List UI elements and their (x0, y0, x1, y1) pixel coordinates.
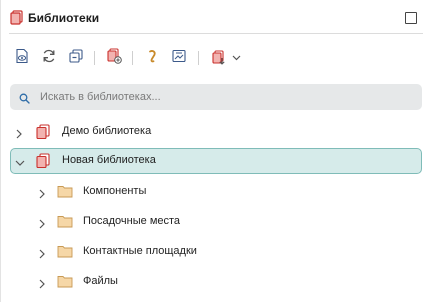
tree-item-label: Компоненты (83, 185, 147, 197)
header-divider (9, 33, 423, 34)
libraries-panel: Библиотеки Искать в библиотеках... Демо … (0, 0, 430, 302)
panel-header: Библиотеки (1, 4, 430, 32)
toolbar (1, 44, 430, 72)
maximize-icon[interactable] (405, 12, 417, 24)
chevron-down-icon[interactable] (15, 155, 25, 166)
tree-item-files[interactable]: Файлы (10, 269, 422, 295)
refresh-icon (41, 48, 57, 69)
image-frame-icon (171, 48, 187, 69)
tree-item-label: Демо библиотека (62, 125, 152, 137)
view-library-button[interactable] (10, 44, 34, 72)
refresh-button[interactable] (37, 44, 61, 72)
tree-item-pads[interactable]: Контактные площадки (10, 239, 422, 265)
tree-item-footprints[interactable]: Посадочные места (10, 209, 422, 235)
panel-title: Библиотеки (28, 11, 100, 25)
chevron-right-icon[interactable] (37, 216, 47, 229)
folder-icon (57, 214, 73, 233)
add-library-button[interactable] (102, 44, 126, 72)
add-library-icon (106, 47, 122, 69)
collapse-icon (68, 48, 84, 69)
search-input[interactable] (40, 87, 410, 107)
chevron-down-icon (232, 55, 241, 61)
search-icon (19, 91, 30, 109)
tree-item-label: Посадочные места (83, 215, 181, 227)
toolbar-separator (94, 51, 95, 65)
folder-icon (57, 184, 73, 203)
toolbar-separator (198, 51, 199, 65)
image-button[interactable] (167, 44, 191, 72)
link-icon (144, 48, 160, 69)
collapse-all-button[interactable] (64, 44, 88, 72)
tree-item-components[interactable]: Компоненты (10, 179, 422, 205)
chevron-right-icon[interactable] (37, 276, 47, 289)
library-icon (10, 10, 24, 31)
tree-item-label: Новая библиотека (62, 154, 156, 166)
export-button[interactable] (206, 44, 246, 72)
link-button[interactable] (140, 44, 164, 72)
tree-item-label: Файлы (83, 275, 118, 287)
document-eye-icon (14, 48, 30, 69)
library-icon (35, 153, 51, 174)
chevron-right-icon[interactable] (37, 186, 47, 199)
folder-icon (57, 244, 73, 263)
library-icon (35, 124, 51, 145)
tree-item-new-library[interactable]: Новая библиотека (10, 148, 422, 174)
search-box (10, 84, 422, 110)
tree-item-label: Контактные площадки (83, 245, 197, 257)
chevron-right-icon[interactable] (37, 246, 47, 259)
chevron-right-icon[interactable] (14, 126, 24, 139)
folder-icon (57, 274, 73, 293)
toolbar-separator (132, 51, 133, 65)
tree-item-demo-library[interactable]: Демо библиотека (10, 119, 422, 145)
export-dropdown-icon (211, 50, 241, 66)
